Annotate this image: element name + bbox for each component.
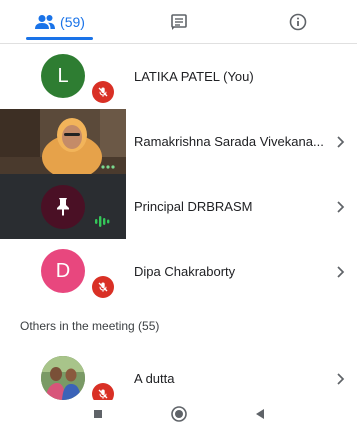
participant-row[interactable]: Ramakrishna Sarada Vivekana... xyxy=(0,109,357,179)
participant-list: L LATIKA PATEL (You) Ramakrishna Sarada … xyxy=(0,44,357,400)
video-thumbnail xyxy=(0,109,126,179)
participant-name: A dutta xyxy=(134,371,175,386)
tab-info[interactable] xyxy=(238,0,357,44)
participant-row-self[interactable]: L LATIKA PATEL (You) xyxy=(0,44,357,109)
mic-off-icon xyxy=(92,81,114,103)
recents-button[interactable] xyxy=(91,407,105,421)
avatar-letter: L xyxy=(57,64,69,87)
speaking-indicator-icon xyxy=(95,216,110,227)
mic-off-icon xyxy=(92,383,114,400)
chevron-right-icon xyxy=(337,135,345,148)
tab-people[interactable]: (59) xyxy=(0,0,119,44)
participant-name: Principal DRBRASM xyxy=(134,199,253,214)
participant-name: LATIKA PATEL (You) xyxy=(134,69,254,84)
tab-chat[interactable] xyxy=(119,0,238,44)
system-navbar xyxy=(0,400,357,427)
back-button[interactable] xyxy=(253,407,267,421)
chevron-right-icon xyxy=(337,265,345,278)
section-title: Others in the meeting (55) xyxy=(20,319,160,333)
chevron-right-icon xyxy=(337,372,345,385)
mic-off-icon xyxy=(92,276,114,298)
people-icon xyxy=(35,15,56,29)
participant-name: Dipa Chakraborty xyxy=(134,264,236,279)
participant-name: Ramakrishna Sarada Vivekana... xyxy=(134,134,324,149)
others-section-header: Others in the meeting (55) xyxy=(0,306,357,346)
pin-icon xyxy=(41,185,85,229)
avatar: D xyxy=(41,249,85,293)
avatar-letter: D xyxy=(55,259,71,282)
participants-tabs: (59) xyxy=(0,0,357,44)
avatar: L xyxy=(41,54,85,98)
participant-row[interactable]: D Dipa Chakraborty xyxy=(0,239,357,304)
pinned-tile xyxy=(0,174,126,239)
avatar-photo xyxy=(41,356,85,400)
info-icon xyxy=(289,13,306,31)
participant-count: (59) xyxy=(60,14,85,30)
participant-row[interactable]: Principal DRBRASM xyxy=(0,174,357,239)
participant-row[interactable]: A dutta xyxy=(0,346,357,400)
home-button[interactable] xyxy=(170,405,188,423)
chat-icon xyxy=(170,14,187,30)
chevron-right-icon xyxy=(337,200,345,213)
